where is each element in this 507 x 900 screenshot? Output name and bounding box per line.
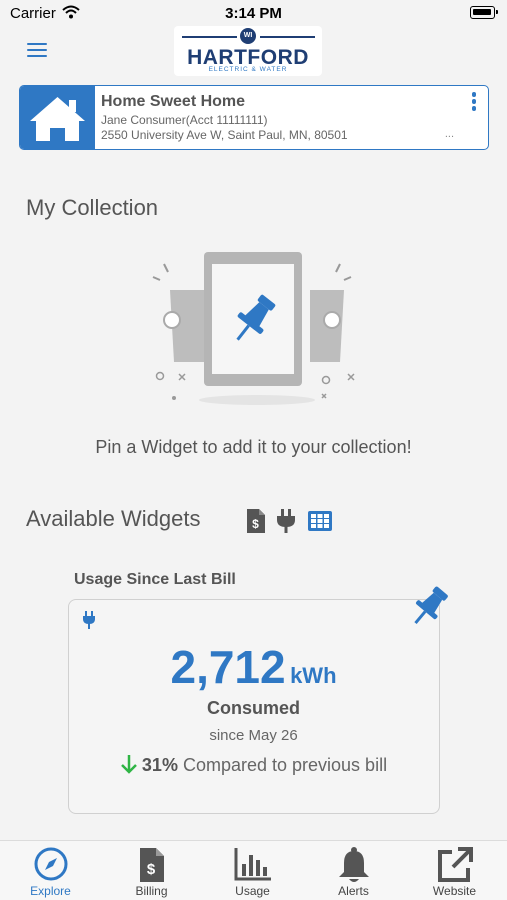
tab-label: Alerts xyxy=(338,884,369,898)
usage-value: 2,712 xyxy=(170,641,286,693)
account-holder: Jane Consumer(Acct 11111111) xyxy=(101,113,268,127)
usage-since: since May 26 xyxy=(209,727,298,744)
usage-compare-text: Compared to previous bill xyxy=(182,755,388,775)
pin-icon[interactable] xyxy=(406,585,452,636)
battery-icon xyxy=(470,6,498,19)
collection-title: My Collection xyxy=(26,195,159,220)
tab-label: Website xyxy=(432,884,477,898)
menu-button[interactable] xyxy=(27,43,47,59)
menu-line-icon xyxy=(27,55,47,57)
menu-line-icon xyxy=(27,49,47,51)
logo-badge: WI xyxy=(240,28,256,44)
house-icon xyxy=(20,86,95,149)
bar-chart-icon xyxy=(233,846,273,887)
tab-usage[interactable]: Usage xyxy=(202,841,303,900)
tab-bar: Explore $ Billing Usage Alerts Website xyxy=(0,840,507,900)
menu-line-icon xyxy=(27,43,47,45)
clock: 3:14 PM xyxy=(225,5,282,22)
account-card[interactable]: Home Sweet Home Jane Consumer(Acct 11111… xyxy=(19,85,489,150)
empty-collection-illustration xyxy=(152,248,362,410)
dot-icon xyxy=(471,106,477,111)
dot-icon xyxy=(471,99,477,104)
available-widgets-title: Available Widgets xyxy=(26,506,201,531)
usage-unit: kWh xyxy=(290,663,337,688)
filter-plug-icon[interactable] xyxy=(274,508,298,534)
account-ellipsis: ... xyxy=(444,128,454,140)
tab-label: Usage xyxy=(235,884,270,898)
down-arrow-icon xyxy=(120,754,138,779)
filter-grid-icon[interactable] xyxy=(307,508,332,534)
usage-widget-card[interactable]: 2,712 kWh Consumed since May 26 31% Comp… xyxy=(68,586,448,814)
account-name: Home Sweet Home xyxy=(101,93,246,110)
tab-label: Explore xyxy=(30,884,71,898)
tab-explore[interactable]: Explore xyxy=(0,841,101,900)
logo-subtext: ELECTRIC & WATER xyxy=(208,66,288,73)
logo-rule xyxy=(182,36,237,38)
tab-website[interactable]: Website xyxy=(404,841,505,900)
tab-billing[interactable]: $ Billing xyxy=(101,841,202,900)
account-address: 2550 University Ave W, Saint Paul, MN, 8… xyxy=(101,128,348,142)
dot-icon xyxy=(471,92,477,97)
usage-percent: 31% xyxy=(141,755,178,775)
external-link-icon xyxy=(436,846,474,889)
plug-icon xyxy=(82,611,96,634)
hartford-logo: WI HARTFORD ELECTRIC & WATER xyxy=(174,26,322,76)
usage-comparison: 31% Compared to previous bill xyxy=(69,754,438,779)
usage-value-row: 2,712 kWh xyxy=(69,640,438,694)
compass-icon xyxy=(33,846,69,887)
billing-icon: $ xyxy=(135,846,169,889)
widget-caption: Usage Since Last Bill xyxy=(74,571,236,588)
empty-collection-message: Pin a Widget to add it to your collectio… xyxy=(95,437,412,457)
usage-label: Consumed xyxy=(206,698,300,718)
tab-alerts[interactable]: Alerts xyxy=(303,841,404,900)
svg-text:$: $ xyxy=(146,861,155,878)
tab-label: Billing xyxy=(135,884,168,898)
bell-icon xyxy=(336,846,372,889)
logo-rule xyxy=(260,36,315,38)
status-bar: Carrier 3:14 PM xyxy=(0,0,507,28)
more-options-button[interactable] xyxy=(468,92,480,116)
svg-text:$: $ xyxy=(252,517,259,531)
filter-billing-icon[interactable]: $ xyxy=(244,508,268,534)
